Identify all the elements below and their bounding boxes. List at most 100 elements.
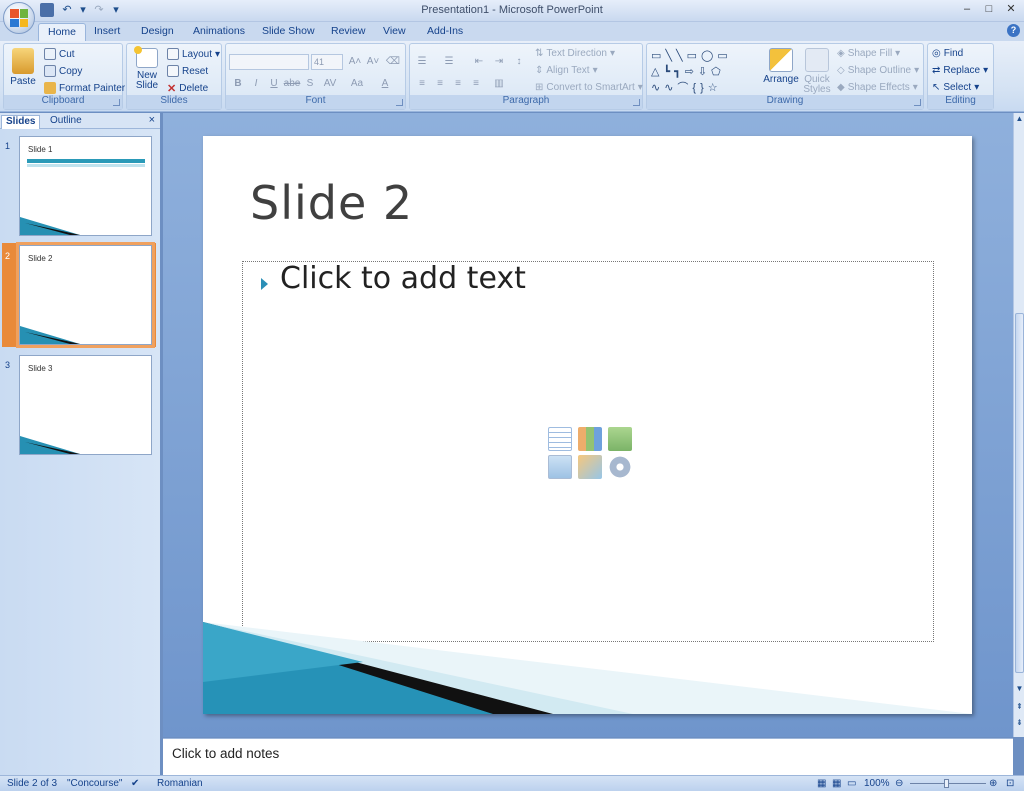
format-painter-button[interactable]: Format Painter xyxy=(44,82,125,94)
grow-font-icon[interactable]: A˄ xyxy=(346,54,364,70)
normal-view-icon[interactable]: ▦ xyxy=(817,778,826,789)
tab-animations[interactable]: Animations xyxy=(193,25,245,37)
shape-outline-button[interactable]: ◇ Shape Outline ▾ xyxy=(837,65,919,76)
new-slide-button[interactable]: New Slide xyxy=(130,46,164,91)
window-title: Presentation1 - Microsoft PowerPoint xyxy=(421,4,603,16)
dialog-launcher-icon[interactable] xyxy=(113,99,120,106)
insert-chart-icon[interactable] xyxy=(578,427,602,451)
change-case-icon[interactable]: Aa xyxy=(348,76,366,92)
font-group-label: Font xyxy=(226,95,405,109)
drawing-dialog-launcher-icon[interactable] xyxy=(914,99,921,106)
zoom-level[interactable]: 100% xyxy=(864,778,890,789)
maximize-icon[interactable]: □ xyxy=(982,2,996,16)
slide-title[interactable]: Slide 2 xyxy=(250,176,413,230)
insert-clipart-icon[interactable] xyxy=(578,455,602,479)
font-name-field[interactable] xyxy=(229,54,309,70)
shape-effects-button[interactable]: ◆ Shape Effects ▾ xyxy=(837,82,918,93)
bold-icon[interactable]: B xyxy=(229,76,247,92)
tab-view[interactable]: View xyxy=(383,25,406,37)
copy-label: Copy xyxy=(59,65,83,77)
cut-button[interactable]: Cut xyxy=(44,48,75,60)
tab-review[interactable]: Review xyxy=(331,25,365,37)
convert-smartart-button[interactable]: ⊞ Convert to SmartArt ▾ xyxy=(535,82,643,93)
paragraph-group: ☰ ☰ ⇤ ⇥ ↕ ≡ ≡ ≡ ≡ ▥ ⇅ Text Direction ▾ ⇕ Al… xyxy=(409,43,643,110)
increase-indent-icon[interactable]: ⇥ xyxy=(490,54,508,70)
copy-button[interactable]: Copy xyxy=(44,65,82,77)
font-color-icon[interactable]: A xyxy=(376,76,394,92)
spellcheck-icon[interactable]: ✔ xyxy=(131,778,139,789)
select-button[interactable]: ↖ Select ▾ xyxy=(932,82,979,93)
shapes-gallery[interactable]: ▭╲╲▭◯▭ △┗┓⇨⇩⬠ ∿∿⌒{}☆ xyxy=(651,48,751,96)
delete-button[interactable]: ✕ Delete xyxy=(167,82,208,95)
line-spacing-icon[interactable]: ↕ xyxy=(510,54,528,70)
find-button[interactable]: ◎ Find xyxy=(932,48,963,59)
insert-media-icon[interactable] xyxy=(608,455,632,479)
help-icon[interactable]: ? xyxy=(1007,24,1020,37)
replace-button[interactable]: ⇄ Replace ▾ xyxy=(932,65,988,76)
language[interactable]: Romanian xyxy=(157,778,203,789)
close-panel-icon[interactable]: × xyxy=(149,114,155,126)
zoom-slider-thumb[interactable] xyxy=(944,779,949,788)
char-spacing-icon[interactable]: AV xyxy=(321,76,339,92)
align-left-icon[interactable]: ≡ xyxy=(413,76,431,92)
shape-fill-button[interactable]: ◈ Shape Fill ▾ xyxy=(837,48,900,59)
content-placeholder[interactable]: Click to add text xyxy=(242,261,934,642)
quick-styles-button[interactable]: Quick Styles xyxy=(800,48,834,95)
scroll-up-icon[interactable]: ▲ xyxy=(1014,113,1024,125)
vertical-scrollbar[interactable]: ▲ ▼ ⇞ ⇟ xyxy=(1013,113,1024,737)
align-text-button[interactable]: ⇕ Align Text ▾ xyxy=(535,65,598,76)
notes-pane[interactable]: Click to add notes xyxy=(163,738,1013,775)
office-button[interactable] xyxy=(3,2,35,34)
slide-thumbnail-2[interactable]: Slide 2 xyxy=(16,242,155,348)
tab-design[interactable]: Design xyxy=(141,25,174,37)
tab-slides[interactable]: Slides xyxy=(1,115,41,129)
tab-insert[interactable]: Insert xyxy=(94,25,120,37)
shrink-font-icon[interactable]: A˅ xyxy=(364,54,382,70)
tab-home[interactable]: Home xyxy=(38,23,87,41)
drawing-group: ▭╲╲▭◯▭ △┗┓⇨⇩⬠ ∿∿⌒{}☆ Arrange Quick Styles … xyxy=(646,43,924,110)
clear-format-icon[interactable]: ⌫ xyxy=(384,54,402,70)
minimize-icon[interactable]: – xyxy=(960,2,974,16)
font-size-field[interactable]: 41 xyxy=(311,54,343,70)
slide-thumbnail-3[interactable]: Slide 3 xyxy=(19,355,152,455)
close-icon[interactable]: ✕ xyxy=(1004,2,1018,16)
columns-icon[interactable]: ▥ xyxy=(490,76,508,92)
insert-picture-icon[interactable] xyxy=(548,455,572,479)
layout-button[interactable]: Layout ▾ xyxy=(167,48,220,60)
arrange-button[interactable]: Arrange xyxy=(761,48,801,85)
underline-icon[interactable]: U xyxy=(265,76,283,92)
font-group: 41 A˄ A˅ ⌫ B I U abe S AV Aa A Font xyxy=(225,43,406,110)
italic-icon[interactable]: I xyxy=(247,76,265,92)
text-direction-button[interactable]: ⇅ Text Direction ▾ xyxy=(535,48,615,59)
bullets-icon[interactable]: ☰ xyxy=(413,54,431,70)
numbering-icon[interactable]: ☰ xyxy=(440,54,458,70)
align-center-icon[interactable]: ≡ xyxy=(431,76,449,92)
align-right-icon[interactable]: ≡ xyxy=(449,76,467,92)
previous-slide-icon[interactable]: ⇞ xyxy=(1014,701,1024,713)
insert-table-icon[interactable] xyxy=(548,427,572,451)
scroll-thumb[interactable] xyxy=(1015,313,1024,673)
next-slide-icon[interactable]: ⇟ xyxy=(1014,717,1024,729)
scroll-down-icon[interactable]: ▼ xyxy=(1014,683,1024,695)
zoom-in-icon[interactable]: ⊕ xyxy=(989,778,997,789)
slide-sorter-icon[interactable]: ▦ xyxy=(832,778,841,789)
paste-button[interactable]: Paste xyxy=(8,48,38,87)
slideshow-view-icon[interactable]: ▭ xyxy=(847,778,856,789)
fit-to-window-icon[interactable]: ⊡ xyxy=(1006,778,1014,789)
thumbnail-table-graphic xyxy=(27,164,145,167)
slide-canvas[interactable]: Slide 2 Click to add text xyxy=(203,136,972,714)
justify-icon[interactable]: ≡ xyxy=(467,76,485,92)
tab-outline[interactable]: Outline xyxy=(46,115,86,129)
paragraph-dialog-launcher-icon[interactable] xyxy=(633,99,640,106)
strikethrough-icon[interactable]: abe xyxy=(283,76,301,92)
delete-icon: ✕ xyxy=(167,83,177,95)
decrease-indent-icon[interactable]: ⇤ xyxy=(470,54,488,70)
insert-smartart-icon[interactable] xyxy=(608,427,632,451)
tab-slide-show[interactable]: Slide Show xyxy=(262,25,315,37)
zoom-out-icon[interactable]: ⊖ xyxy=(895,778,903,789)
font-dialog-launcher-icon[interactable] xyxy=(396,99,403,106)
tab-add-ins[interactable]: Add-Ins xyxy=(427,25,463,37)
slide-thumbnail-1[interactable]: Slide 1 xyxy=(19,136,152,236)
shadow-icon[interactable]: S xyxy=(301,76,319,92)
reset-button[interactable]: Reset xyxy=(167,65,208,77)
